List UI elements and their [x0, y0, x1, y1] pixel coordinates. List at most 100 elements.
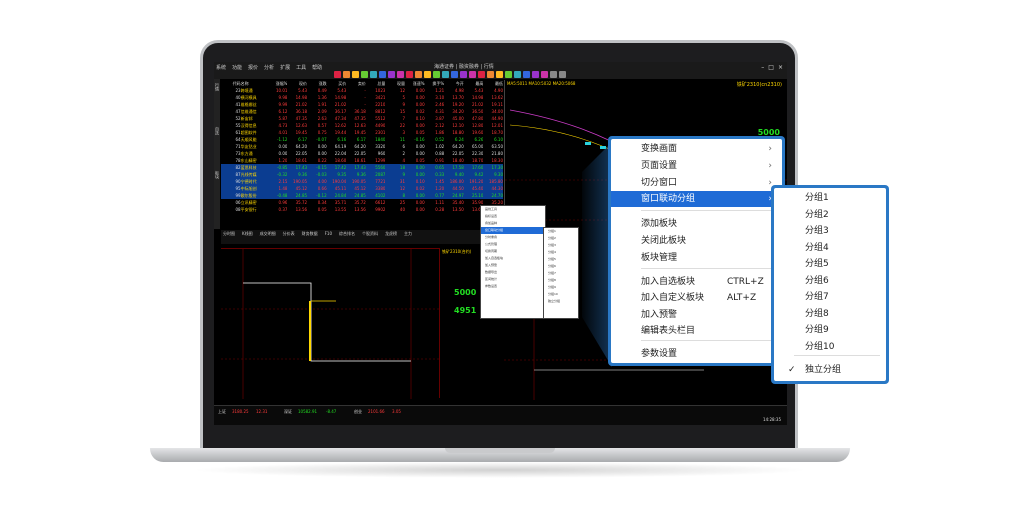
minimize-icon[interactable]: –: [761, 64, 764, 71]
inner-menu-item[interactable]: 加入自选板块: [481, 255, 545, 262]
quote-row[interactable]: 78 东山精密 1.20 18.61 0.22 18.60 18.61 1299 4 0.05 0.…: [221, 157, 503, 164]
context-menu-item[interactable]: 切分窗口 ›: [611, 175, 782, 191]
quote-row[interactable]: 64 天顺风能 -1.12 6.17 -0.07 6.16 6.17 1840 11 -0.16 0…: [221, 136, 503, 143]
quote-row[interactable]: 82 蓝思科技 -0.85 17.43 -0.15 17.42 17.43 5560 18 0.0…: [221, 164, 503, 171]
close-icon[interactable]: ×: [778, 64, 783, 71]
menu-item[interactable]: 扩展: [280, 64, 290, 71]
inner-submenu-item[interactable]: 分组6: [544, 263, 578, 270]
context-menu-item[interactable]: 添加板块: [611, 216, 782, 232]
inner-submenu-item[interactable]: 分组2: [544, 235, 578, 242]
toolbar-button[interactable]: [487, 71, 494, 78]
inner-submenu-item[interactable]: 分组4: [544, 249, 578, 256]
quote-header-cell[interactable]: 买价: [327, 80, 346, 87]
toolbar-button[interactable]: [379, 71, 386, 78]
toolbar-button[interactable]: [460, 71, 467, 78]
inner-submenu-item[interactable]: 分组10: [544, 291, 578, 298]
context-menu-item[interactable]: 参数设置: [611, 346, 782, 362]
context-menu-item[interactable]: 加入自定义板块 ALT+Z: [611, 290, 782, 306]
quote-row[interactable]: 52 新宙邦 5.87 47.35 2.63 47.34 47.35 5512 7 0.10 3.8…: [221, 115, 503, 122]
left-tab[interactable]: 自选: [214, 127, 220, 167]
maximize-icon[interactable]: □: [768, 64, 774, 71]
toolbar-button[interactable]: [334, 71, 341, 78]
toolbar-button[interactable]: [388, 71, 395, 78]
submenu-item[interactable]: 分组8: [774, 306, 886, 322]
toolbar-button[interactable]: [451, 71, 458, 78]
inner-menu-item[interactable]: 加入预警: [481, 262, 545, 269]
quote-header-cell[interactable]: 现价: [287, 80, 307, 87]
mid-tab[interactable]: 主力: [402, 230, 414, 244]
quote-row[interactable]: 08 平安银行 0.37 13.56 0.05 13.55 13.56 9902 40 0.00 0…: [221, 206, 503, 213]
toolbar-button[interactable]: [343, 71, 350, 78]
inner-menu-item[interactable]: 切换周期: [481, 248, 545, 255]
submenu-item[interactable]: 分组3: [774, 223, 886, 239]
quote-header-cell[interactable]: 换手%: [425, 80, 444, 87]
inner-submenu-item[interactable]: 分组5: [544, 256, 578, 263]
inner-submenu-item[interactable]: 分组9: [544, 284, 578, 291]
quote-header-cell[interactable]: 涨速%: [405, 80, 425, 87]
menu-item[interactable]: 系统: [216, 64, 226, 71]
submenu-item[interactable]: 分组5: [774, 256, 886, 272]
mid-tab[interactable]: 综合排名: [337, 230, 357, 244]
quote-row[interactable]: 47 信维通信 6.12 36.18 2.09 36.17 36.18 8812 15 0.02 4…: [221, 108, 503, 115]
quote-row[interactable]: 73 东方通 0.00 22.05 0.00 22.04 22.05 960 2 0.00 0.88…: [221, 150, 503, 157]
submenu-item[interactable]: 分组10: [774, 339, 886, 355]
context-menu-item[interactable]: 窗口联动分组›: [611, 191, 782, 207]
inner-menu-item[interactable]: 指标设置: [481, 213, 545, 220]
toolbar-button[interactable]: [559, 71, 566, 78]
mid-tab[interactable]: F10: [323, 230, 334, 244]
quote-header-cell[interactable]: 最高: [464, 80, 483, 87]
toolbar-button[interactable]: [469, 71, 476, 78]
quote-row[interactable]: 90 宁德时代 2.15 190.05 4.00 190.04 190.05 7721 31 0.…: [221, 178, 503, 185]
quote-row[interactable]: 41 维格娜丝 9.99 21.02 1.91 21.02 - 2210 9 0.00 2.46 19…: [221, 101, 503, 108]
inner-submenu-item[interactable]: 分组1: [544, 228, 578, 235]
quote-header-cell[interactable]: 卖价: [346, 80, 366, 87]
inner-submenu-item[interactable]: 分组8: [544, 277, 578, 284]
quote-row[interactable]: 95 中际旭创 1.48 45.12 0.66 45.11 45.12 3380 12 0.02 1…: [221, 185, 503, 192]
context-menu-item[interactable]: 编辑表头栏目: [611, 323, 782, 339]
menu-item[interactable]: 报价: [248, 64, 258, 71]
submenu-item[interactable]: 分组6: [774, 273, 886, 289]
mid-tab[interactable]: 个股资料: [360, 230, 380, 244]
menu-item[interactable]: 帮助: [312, 64, 322, 71]
toolbar-button[interactable]: [532, 71, 539, 78]
left-tab[interactable]: 板块: [214, 171, 220, 211]
toolbar-button[interactable]: [478, 71, 485, 78]
quote-header-cell[interactable]: 最低: [483, 80, 503, 87]
submenu-item[interactable]: 分组4: [774, 240, 886, 256]
toolbar-button[interactable]: [352, 71, 359, 78]
quote-row[interactable]: 87 光线传媒 -0.32 9.36 -0.03 9.35 9.36 2087 9 0.00 0.3…: [221, 171, 503, 178]
menu-item[interactable]: 功能: [232, 64, 242, 71]
quote-row[interactable]: 06 立讯精密 0.96 35.72 0.34 35.71 35.72 6612 25 0.00 1…: [221, 199, 503, 206]
quote-header-cell[interactable]: 涨幅%: [268, 80, 288, 87]
toolbar-button[interactable]: [496, 71, 503, 78]
inner-menu-item[interactable]: 分时重叠: [481, 234, 545, 241]
toolbar-button[interactable]: [433, 71, 440, 78]
inner-menu-item[interactable]: 窗口联动分组: [481, 227, 545, 234]
toolbar-button[interactable]: [424, 71, 431, 78]
mid-tab[interactable]: 财务数据: [300, 230, 320, 244]
inner-menu-item[interactable]: 参数设置: [481, 283, 545, 290]
mid-tab[interactable]: 分价表: [281, 230, 297, 244]
quote-row[interactable]: 99 歌尔股份 -0.48 24.85 -0.12 24.84 24.85 4102 8 0.00…: [221, 192, 503, 199]
quote-header-cell[interactable]: 涨跌: [307, 80, 327, 87]
quote-row[interactable]: 23 跨境通 10.01 5.43 0.49 5.43 - 1023 12 0.00 1.21 4.9…: [221, 87, 503, 94]
inner-menu-item[interactable]: 数据导出: [481, 269, 545, 276]
toolbar-button[interactable]: [361, 71, 368, 78]
mid-tab[interactable]: 分时图: [221, 230, 237, 244]
inner-menu-item[interactable]: 叠加品种: [481, 220, 545, 227]
context-menu-item[interactable]: 变换画面 ›: [611, 141, 782, 157]
inner-submenu-item[interactable]: 分组7: [544, 270, 578, 277]
quote-header-cell[interactable]: 总量: [366, 80, 385, 87]
quote-row[interactable]: 61 超图软件 4.01 19.45 0.75 19.44 19.45 2301 3 0.05 1.…: [221, 129, 503, 136]
left-tab[interactable]: 行情: [214, 83, 220, 123]
context-menu-item[interactable]: 加入预警: [611, 307, 782, 323]
toolbar-button[interactable]: [397, 71, 404, 78]
context-menu-item[interactable]: 页面设置 ›: [611, 158, 782, 174]
quote-header-cell[interactable]: 代码: [221, 80, 241, 87]
mid-tab[interactable]: K线图: [240, 230, 255, 244]
quote-row[interactable]: 71 华友钴业 0.00 64.20 0.00 64.19 64.20 3320 6 0.00 1.…: [221, 143, 503, 150]
quote-row[interactable]: 55 汉得信息 4.73 12.63 0.57 12.62 12.63 4490 22 0.00 2…: [221, 122, 503, 129]
submenu-item[interactable]: 分组2: [774, 207, 886, 223]
intraday-chart-bottom-left[interactable]: [221, 248, 439, 399]
submenu-item[interactable]: ✓ 独立分组: [774, 362, 886, 378]
